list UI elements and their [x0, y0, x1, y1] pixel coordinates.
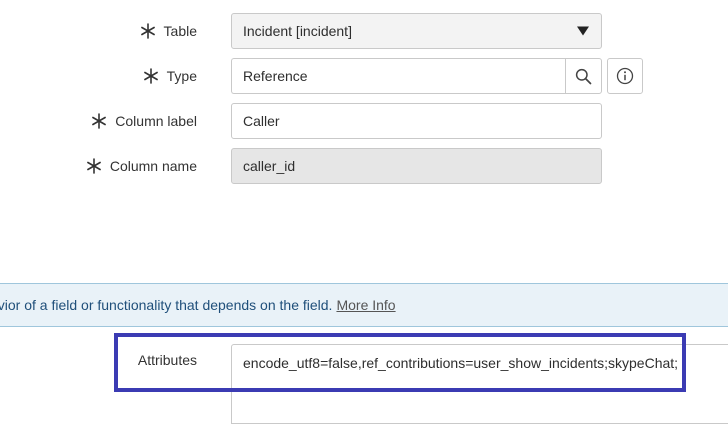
more-info-link[interactable]: More Info [336, 297, 395, 313]
column-name-input-readonly: caller_id [231, 148, 602, 184]
column-label-input[interactable]: Caller [231, 103, 602, 139]
mandatory-asterisk-icon [140, 23, 156, 39]
table-select[interactable]: Incident [incident] [231, 13, 602, 49]
type-input[interactable]: Reference [231, 58, 565, 94]
column-label-label-wrap: Column label [91, 103, 197, 139]
attributes-label: Attributes [137, 352, 197, 368]
info-icon [616, 67, 634, 85]
column-label-label: Column label [115, 113, 197, 129]
column-name-label-wrap: Column name [86, 148, 197, 184]
info-banner: avior of a field or functionality that d… [0, 283, 728, 327]
mandatory-asterisk-icon [91, 113, 107, 129]
caret-down-icon[interactable] [577, 26, 589, 36]
column-name-label: Column name [109, 158, 197, 174]
type-label: Type [166, 68, 197, 84]
attributes-textarea[interactable]: encode_utf8=false,ref_contributions=user… [231, 344, 728, 424]
mandatory-asterisk-icon [143, 68, 159, 84]
info-banner-message: avior of a field or functionality that d… [0, 297, 333, 313]
search-icon [575, 68, 592, 84]
type-lookup-button[interactable] [565, 58, 602, 94]
table-label: Table [163, 23, 197, 39]
table-select-value: Incident [incident] [243, 23, 352, 39]
type-reference-group: Reference [231, 58, 602, 94]
mandatory-asterisk-icon [86, 158, 102, 174]
type-info-button[interactable] [607, 58, 643, 94]
table-label-wrap: Table [140, 13, 197, 49]
type-label-wrap: Type [143, 58, 197, 94]
